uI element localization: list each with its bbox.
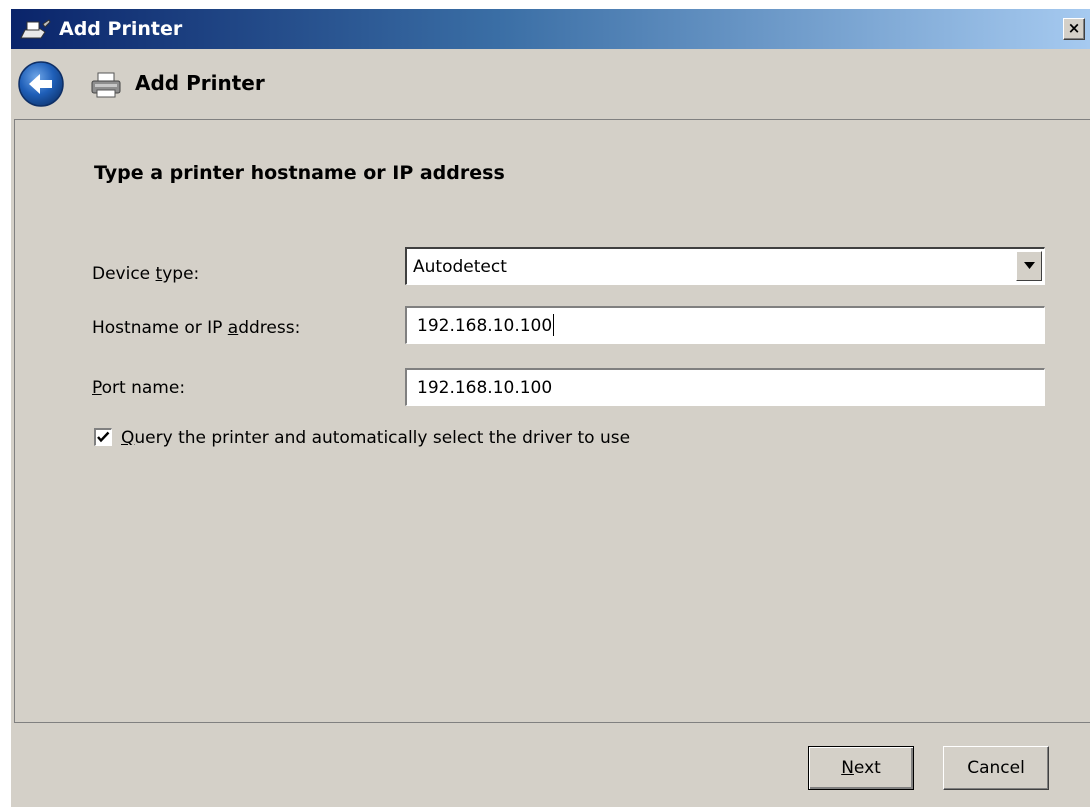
device-type-label-part: ype: [162,264,200,284]
wizard-title: Add Printer [135,71,265,95]
printer-icon [91,72,121,98]
hostname-label-part: ddress: [238,318,301,338]
query-printer-checkbox[interactable] [94,428,112,446]
port-label-part: ort name: [101,378,186,398]
title-bar[interactable]: Add Printer × [11,9,1090,49]
next-button[interactable]: Next [808,746,914,790]
back-arrow-icon[interactable] [17,60,65,108]
query-printer-label[interactable]: Query the printer and automatically sele… [121,426,630,450]
hostname-value: 192.168.10.100 [417,314,555,338]
page-heading: Type a printer hostname or IP address [94,162,505,184]
add-printer-window: Add Printer × Add Printer Type a printer [10,8,1090,807]
cancel-button[interactable]: Cancel [943,746,1049,790]
printer-wizard-icon [20,19,51,39]
wizard-navigation: Add Printer [11,49,1090,119]
text-caret [553,314,555,336]
device-type-label-part: Device [92,264,156,284]
port-accelerator: P [92,378,102,398]
window-title: Add Printer [59,18,183,40]
query-accelerator: Q [121,428,135,448]
hostname-label: Hostname or IP address: [92,316,300,340]
port-name-label: Port name: [92,376,185,400]
hostname-input[interactable]: 192.168.10.100 [405,306,1045,344]
hostname-accelerator: a [227,318,239,338]
hostname-label-part: Hostname or IP [92,318,228,338]
chevron-down-icon [1024,262,1035,269]
device-type-value: Autodetect [413,257,507,277]
device-type-label: Device type: [92,262,199,286]
next-accelerator: N [841,758,854,778]
query-label-text: uery the printer and automatically selec… [134,428,631,448]
device-type-select[interactable]: Autodetect [405,247,1045,285]
port-name-value: 192.168.10.100 [417,378,553,398]
close-button[interactable]: × [1063,18,1085,40]
wizard-page: Type a printer hostname or IP address De… [14,119,1090,723]
checkmark-icon [97,431,110,443]
next-label: ext [853,758,881,778]
port-name-input[interactable]: 192.168.10.100 [405,368,1045,406]
hostname-text: 192.168.10.100 [417,316,553,336]
dropdown-button[interactable] [1016,251,1042,281]
